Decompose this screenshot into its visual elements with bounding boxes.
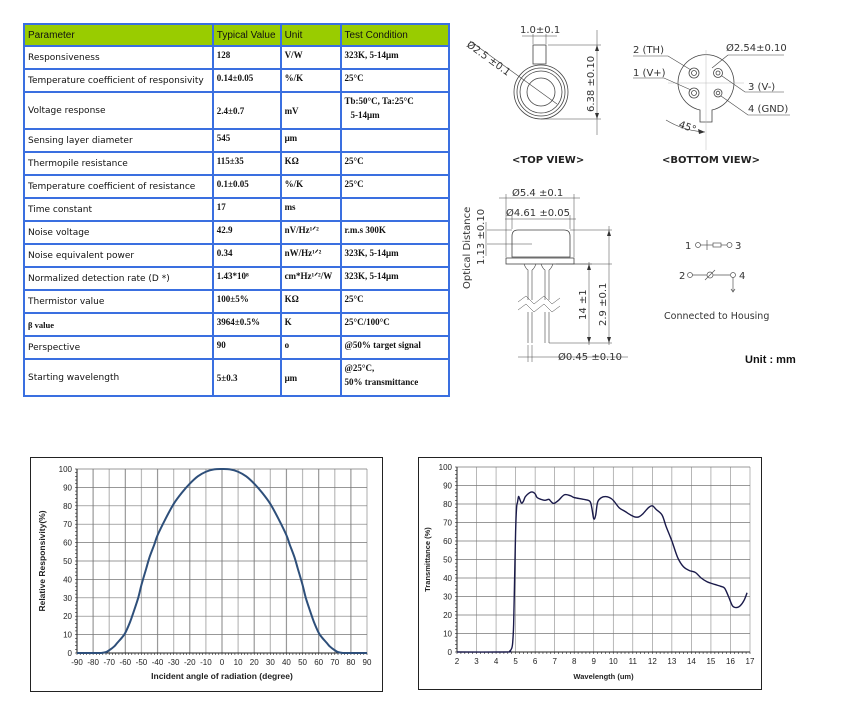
transmittance-chart-ticks: 2 3 4 5 6 7 8 9 10 11 12 13 14 15 16 17 0 10 20 30 40 50 60 70 8… bbox=[439, 463, 755, 666]
x-tick-label: 14 bbox=[687, 657, 696, 666]
x-tick-label: 6 bbox=[533, 657, 538, 666]
y-tick-label: 90 bbox=[443, 482, 452, 491]
x-tick-label: 4 bbox=[494, 657, 499, 666]
x-tick-label: 2 bbox=[455, 657, 460, 666]
x-tick-label: 13 bbox=[667, 657, 676, 666]
y-tick-label: 100 bbox=[439, 463, 453, 472]
x-tick-label: 9 bbox=[592, 657, 597, 666]
x-tick-label: 8 bbox=[572, 657, 577, 666]
y-tick-label: 20 bbox=[443, 611, 452, 620]
y-tick-label: 80 bbox=[443, 500, 452, 509]
y-tick-label: 70 bbox=[443, 519, 452, 528]
transmittance-chart-x-axis-title: Wavelength (um) bbox=[573, 672, 634, 681]
y-tick-label: 30 bbox=[443, 593, 452, 602]
x-tick-label: 5 bbox=[513, 657, 518, 666]
transmittance-chart: 2 3 4 5 6 7 8 9 10 11 12 13 14 15 16 17 0 10 20 30 40 50 60 70 8… bbox=[423, 463, 755, 681]
x-tick-label: 15 bbox=[706, 657, 715, 666]
x-tick-label: 11 bbox=[629, 657, 638, 666]
y-tick-label: 60 bbox=[443, 537, 452, 546]
y-tick-label: 0 bbox=[448, 648, 453, 657]
transmittance-chart-grid bbox=[456, 466, 751, 653]
transmittance-curve bbox=[456, 491, 748, 653]
x-tick-label: 12 bbox=[648, 657, 657, 666]
x-tick-label: 3 bbox=[474, 657, 479, 666]
x-tick-label: 7 bbox=[552, 657, 557, 666]
transmittance-chart-y-axis-title: Transmittance (%) bbox=[423, 527, 432, 592]
x-tick-label: 10 bbox=[609, 657, 618, 666]
y-tick-label: 50 bbox=[443, 556, 452, 565]
y-tick-label: 40 bbox=[443, 574, 452, 583]
y-tick-label: 10 bbox=[443, 630, 452, 639]
x-tick-label: 17 bbox=[746, 657, 755, 666]
x-tick-label: 16 bbox=[726, 657, 735, 666]
